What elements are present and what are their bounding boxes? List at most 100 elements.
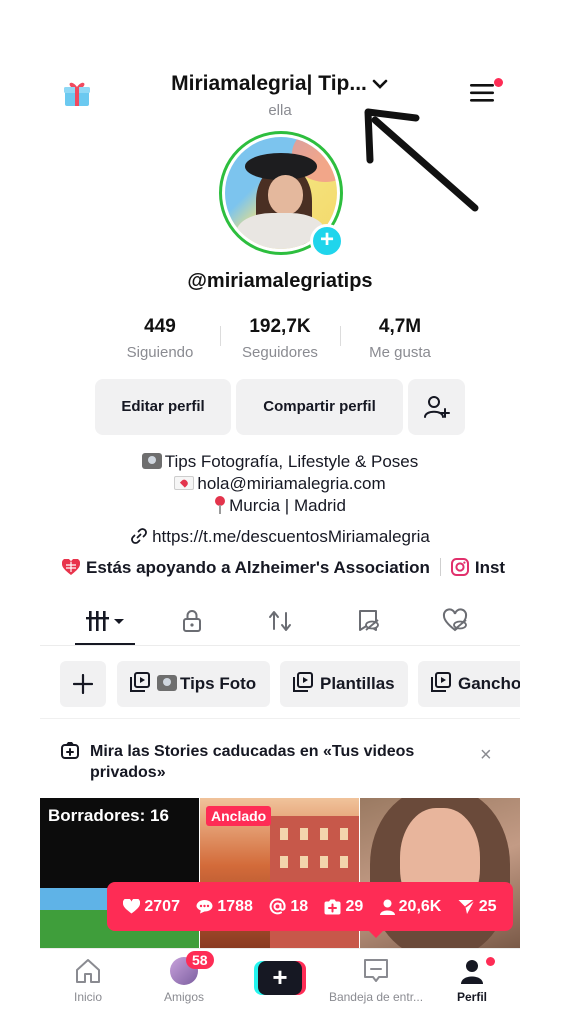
divider (40, 718, 520, 719)
share-profile-button[interactable]: Compartir perfil (236, 379, 403, 435)
support-row[interactable]: Estás apoyando a Alzheimer's Association… (62, 558, 520, 578)
profile-title-switcher[interactable]: Miriamalegria| Tip... (40, 72, 520, 96)
divider (40, 645, 520, 646)
close-icon[interactable]: × (480, 744, 492, 767)
hidden-heart-icon (442, 608, 468, 632)
tab-videos[interactable] (82, 608, 132, 638)
add-story-plus-icon[interactable]: + (310, 224, 344, 258)
nav-label: Amigos (163, 990, 204, 1004)
profile-stats: 449 Siguiendo 192,7K Seguidores 4,7M Me … (100, 316, 460, 366)
stat-label: Seguidores (242, 344, 318, 361)
mentions-count: 18 (290, 897, 309, 915)
nav-home[interactable]: Inicio (40, 957, 136, 1004)
instagram-label[interactable]: Inst (475, 558, 505, 577)
saves-stat: 29 (324, 898, 363, 916)
nav-label: Bandeja de entr... (328, 990, 424, 1004)
playlist-label: Tips Foto (180, 674, 257, 693)
bio-link[interactable]: https://t.me/descuentosMiriamalegria (40, 527, 520, 547)
friends-badge: 58 (186, 951, 214, 969)
likes-count: 2707 (144, 897, 180, 915)
stat-label: Me gusta (369, 344, 431, 361)
stat-value: 4,7M (378, 316, 422, 337)
stories-notice[interactable]: Mira las Stories caducadas en «Tus video… (60, 741, 480, 783)
bio-text: Tips Fotografía, Lifestyle & Poses (164, 452, 419, 471)
views-count: 20,6K (398, 897, 442, 915)
tab-saved[interactable] (348, 608, 388, 638)
mentions-stat: 18 (269, 898, 308, 916)
stat-label: Siguiendo (126, 344, 194, 361)
grid-videos-icon (86, 611, 124, 631)
stat-value: 192,7K (249, 316, 311, 337)
pinned-badge: Anclado (206, 806, 272, 826)
playlist-label: Gancho (458, 674, 520, 693)
stat-divider (220, 326, 221, 346)
comments-count: 1788 (217, 897, 253, 915)
link-text[interactable]: https://t.me/descuentosMiriamalegria (152, 527, 430, 546)
profile-icon (461, 960, 483, 984)
chevron-down-icon[interactable] (371, 77, 389, 91)
person-icon (379, 899, 395, 915)
tab-reposts[interactable] (260, 608, 300, 638)
tab-private[interactable] (172, 608, 212, 638)
drafts-label: Borradores: 16 (48, 806, 169, 825)
menu-notification-dot (494, 78, 503, 87)
support-text[interactable]: Estás apoyando a Alzheimer's Association (86, 558, 430, 577)
add-user-icon (423, 396, 450, 418)
add-playlist-button[interactable] (60, 661, 106, 707)
playlist-chip[interactable]: Tips Foto (117, 661, 270, 707)
playlist-icon (293, 672, 313, 692)
shares-count: 25 (478, 897, 497, 915)
playlist-chip[interactable]: Plantillas (280, 661, 408, 707)
bio-text: Murcia | Madrid (229, 496, 346, 515)
stat-followers[interactable]: 192,7K Seguidores (220, 316, 340, 366)
lock-icon (183, 610, 201, 632)
stat-likes[interactable]: 4,7M Me gusta (340, 316, 460, 366)
playlist-icon (130, 672, 150, 692)
pin-icon (214, 496, 226, 514)
at-sign-icon (269, 898, 286, 915)
annotation-arrow (361, 105, 482, 215)
stat-following[interactable]: 449 Siguiendo (100, 316, 220, 366)
inbox-icon (364, 959, 388, 982)
nav-label: Perfil (456, 990, 487, 1004)
profile-notification-dot (486, 957, 495, 966)
stat-value: 449 (144, 316, 176, 337)
heart-icon (123, 899, 141, 914)
comments-stat: 1788 (196, 898, 253, 916)
playlist-label: Plantillas (320, 674, 395, 693)
instagram-icon[interactable] (450, 558, 469, 576)
home-icon (76, 959, 100, 983)
views-stat: 20,6K (379, 897, 442, 916)
plus-icon: + (258, 961, 302, 995)
add-to-favorites-icon (324, 899, 341, 914)
bio-text: hola@miriamalegria.com (197, 474, 386, 493)
bio-line-1: Tips Fotografía, Lifestyle & Poses (40, 452, 520, 472)
nav-label: Inicio (73, 990, 102, 1004)
add-friend-button[interactable] (408, 379, 465, 435)
nav-friends[interactable]: 58 Amigos (136, 951, 232, 1004)
bio-line-3: Murcia | Madrid (40, 496, 520, 516)
camera-flash-icon (157, 675, 177, 691)
edit-profile-button[interactable]: Editar perfil (95, 379, 231, 435)
playlist-chip[interactable]: Gancho (418, 661, 520, 707)
love-letter-icon (174, 476, 195, 490)
playlist-icon (431, 672, 451, 692)
shares-stat: 25 (458, 898, 497, 916)
saves-count: 29 (345, 897, 364, 915)
camera-flash-icon (141, 453, 162, 469)
share-arrow-icon (458, 898, 475, 914)
profile-handle: @miriamalegriatips (187, 270, 373, 292)
divider (439, 558, 441, 576)
comment-icon (196, 900, 213, 914)
stat-divider (340, 326, 341, 346)
hidden-bookmark-icon (359, 610, 379, 631)
profile-title[interactable]: Miriamalegria| Tip... (171, 72, 367, 96)
likes-stat: 2707 (123, 898, 180, 916)
charity-heart-icon (62, 559, 80, 575)
nav-inbox[interactable]: Bandeja de entr... (328, 957, 424, 1004)
nav-create[interactable]: + (232, 957, 328, 998)
plus-icon (72, 673, 94, 695)
create-button[interactable]: + (254, 961, 306, 995)
nav-profile[interactable]: Perfil (424, 957, 520, 1004)
tab-liked[interactable] (436, 608, 476, 638)
